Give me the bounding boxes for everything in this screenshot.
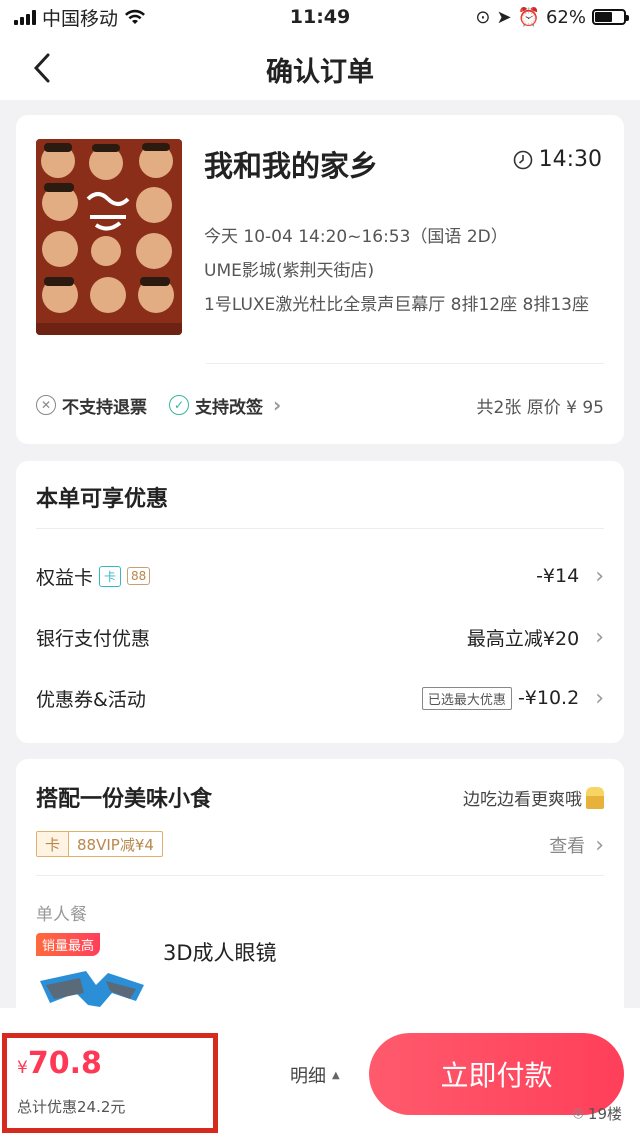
price-value: 70.8 bbox=[27, 1046, 102, 1081]
chevron-right-icon: › bbox=[273, 393, 282, 417]
no-refund-policy: ✕ 不支持退票 bbox=[36, 393, 147, 418]
selected-max-tag: 已选最大优惠 bbox=[421, 686, 512, 710]
showtime-text: 14:30 bbox=[538, 147, 602, 172]
watermark-text: 19楼 bbox=[587, 1105, 622, 1123]
watermark: ◎ 19楼 bbox=[573, 1103, 622, 1124]
bank-discount-label: 银行支付优惠 bbox=[36, 627, 151, 650]
snack-slogan-text: 边吃边看更爽哦 bbox=[463, 790, 582, 810]
chevron-right-icon: › bbox=[595, 685, 604, 711]
benefit-card-label: 权益卡 bbox=[36, 566, 94, 589]
best-seller-badge: 销量最高 bbox=[36, 933, 101, 956]
reschedule-policy[interactable]: ✓ 支持改签 › bbox=[169, 393, 281, 418]
no-refund-label: 不支持退票 bbox=[62, 397, 147, 418]
status-right: ⊙ ➤ ⏰ 62% bbox=[475, 6, 629, 28]
location-icon: ➤ bbox=[496, 6, 512, 28]
bank-discount-row[interactable]: 银行支付优惠 最高立减¥20 › bbox=[36, 617, 604, 657]
orientation-lock-icon: ⊙ bbox=[475, 6, 491, 28]
seat-info: 1号LUXE激光杜比全景声巨幕厅 8排12座 8排13座 bbox=[204, 295, 589, 315]
currency-symbol: ¥ bbox=[17, 1058, 28, 1078]
chevron-right-icon: › bbox=[595, 832, 604, 858]
ticket-summary: 共2张 原价 ¥ 95 bbox=[476, 397, 604, 418]
discount-total: 总计优惠24.2元 bbox=[17, 1098, 126, 1116]
ticket-policies: ✕ 不支持退票 ✓ 支持改签 › 共2张 原价 ¥ 95 bbox=[36, 391, 604, 419]
battery-icon bbox=[592, 9, 629, 25]
divider bbox=[206, 363, 604, 364]
benefit-card-value: -¥14 bbox=[536, 565, 580, 587]
showtime: 14:30 bbox=[513, 147, 602, 172]
checkout-bar: ¥70.8 总计优惠24.2元 明细 ▲ 立即付款 ◎ 19楼 bbox=[0, 1008, 640, 1137]
wifi-icon bbox=[125, 9, 146, 24]
movie-card: 我和我的家乡 14:30 今天 10-04 14:20~16:53（国语 2D）… bbox=[16, 115, 624, 444]
movie-title: 我和我的家乡 bbox=[204, 149, 379, 183]
coupon-value: -¥10.2 bbox=[517, 687, 580, 709]
bank-discount-value: 最高立减¥20 bbox=[466, 627, 580, 650]
view-snacks-link[interactable]: 查看 › bbox=[549, 832, 604, 858]
check-circle-icon: ✓ bbox=[169, 395, 189, 415]
movie-poster bbox=[36, 139, 182, 335]
status-bar: 中国移动 11:49 ⊙ ➤ ⏰ 62% bbox=[0, 0, 640, 34]
page-title: 确认订单 bbox=[266, 57, 374, 88]
card-tag: 卡 bbox=[99, 565, 122, 587]
price-detail-button[interactable]: 明细 ▲ bbox=[290, 1062, 340, 1088]
discount-title: 本单可享优惠 bbox=[36, 487, 169, 512]
88-tag: 88 bbox=[127, 567, 151, 585]
category-label: 单人餐 bbox=[36, 905, 87, 925]
alarm-icon: ⏰ bbox=[517, 6, 540, 28]
view-label: 查看 bbox=[549, 836, 586, 857]
divider bbox=[36, 875, 604, 876]
vip-tag-text: 88VIP减¥4 bbox=[77, 835, 154, 854]
wechat-icon: ◎ bbox=[572, 1106, 584, 1121]
total-price: ¥70.8 bbox=[17, 1046, 102, 1081]
detail-label: 明细 bbox=[290, 1066, 326, 1087]
reschedule-label: 支持改签 bbox=[195, 397, 263, 418]
status-left: 中国移动 bbox=[14, 4, 146, 31]
chevron-right-icon: › bbox=[595, 563, 604, 589]
coupon-row[interactable]: 优惠券&活动 已选最大优惠 -¥10.2 › bbox=[36, 678, 604, 718]
nav-bar: 确认订单 bbox=[0, 34, 640, 100]
cinema-name: UME影城(紫荆天街店) bbox=[204, 261, 375, 281]
carrier-label: 中国移动 bbox=[42, 7, 119, 30]
battery-percent: 62% bbox=[545, 6, 586, 28]
back-button[interactable] bbox=[22, 48, 62, 88]
clock-icon bbox=[513, 150, 532, 169]
snack-slogan: 边吃边看更爽哦 bbox=[463, 785, 604, 810]
discount-card: 本单可享优惠 权益卡 卡 88 -¥14 › 银行支付优惠 最高立减¥20 › … bbox=[16, 461, 624, 743]
popcorn-icon bbox=[586, 786, 604, 809]
price-summary: ¥70.8 总计优惠24.2元 bbox=[2, 1033, 218, 1133]
movie-schedule: 今天 10-04 14:20~16:53（国语 2D） bbox=[204, 227, 508, 247]
chevron-right-icon: › bbox=[595, 624, 604, 650]
product-name: 3D成人眼镜 bbox=[163, 941, 277, 965]
signal-icon bbox=[14, 9, 36, 25]
benefit-card-row[interactable]: 权益卡 卡 88 -¥14 › bbox=[36, 556, 604, 596]
vip-tag-card: 卡 bbox=[37, 832, 70, 856]
vip-discount-tag: 卡 88VIP减¥4 bbox=[36, 831, 163, 857]
caret-up-icon: ▲ bbox=[332, 1069, 340, 1081]
divider bbox=[36, 528, 604, 529]
close-circle-icon: ✕ bbox=[36, 395, 56, 415]
chevron-left-icon bbox=[33, 53, 50, 83]
coupon-label: 优惠券&活动 bbox=[36, 688, 146, 711]
snack-title: 搭配一份美味小食 bbox=[36, 787, 213, 812]
